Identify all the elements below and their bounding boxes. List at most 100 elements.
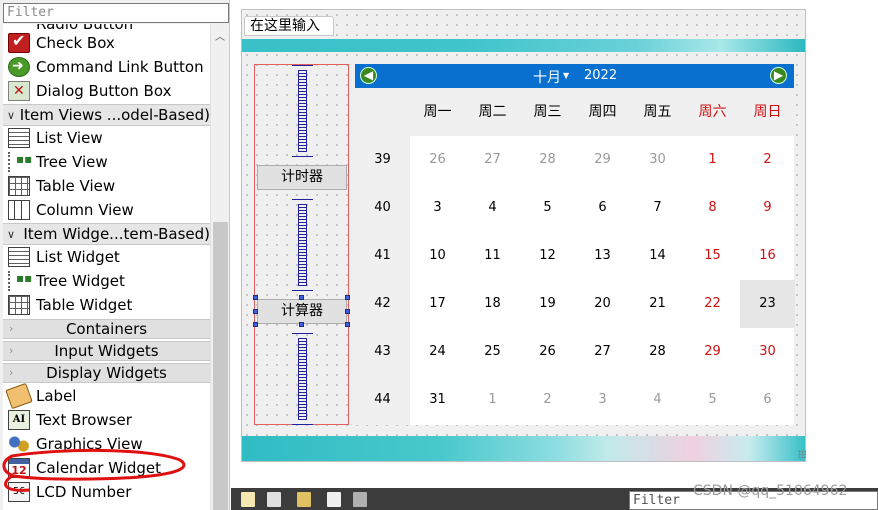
week-number: 44 [374,392,391,407]
widget-item-label[interactable]: Label [3,382,210,410]
vertical-spacer-bottom[interactable] [292,333,313,425]
calendar-day-cell[interactable]: 7 [630,184,685,232]
calendar-day-cell[interactable]: 2 [520,376,575,424]
calendar-day-cell[interactable]: 21 [630,280,685,328]
selection-handle[interactable] [253,295,258,300]
category-display-widgets[interactable]: › Display Widgets [3,363,210,383]
calendar-day-cell[interactable]: 31 [410,376,465,424]
widget-item-column-view[interactable]: Column View [3,198,210,222]
calendar-day-cell[interactable]: 18 [465,280,520,328]
widget-item-tree-view[interactable]: Tree View [3,150,210,174]
category-containers[interactable]: › Containers [3,319,210,339]
selection-handle[interactable] [345,295,350,300]
widget-item-list-view[interactable]: List View [3,126,210,150]
category-label: Display Widgets [46,364,167,382]
text-line-edit[interactable]: 在这里输入 [244,16,334,36]
next-month-icon[interactable]: ▶ [770,67,787,84]
calendar-day-cell[interactable]: 20 [575,280,630,328]
widget-item-label: Table Widget [36,296,133,314]
copy-icon[interactable] [267,492,281,507]
calendar-day-cell[interactable]: 17 [410,280,465,328]
calendar-day-cell[interactable]: 29 [575,136,630,184]
timer-button[interactable]: 计时器 [257,165,347,190]
calendar-day-cell[interactable]: 6 [740,376,795,424]
calendar-day-cell[interactable]: 4 [465,184,520,232]
calendar-day-cell[interactable]: 3 [575,376,630,424]
month-dropdown-icon[interactable]: ▼ [563,71,569,80]
calendar-day-cell[interactable]: 27 [575,328,630,376]
calendar-day-cell[interactable]: 11 [465,232,520,280]
widget-box-scrollbar[interactable]: ︿ [210,24,229,510]
calendar-day-cell[interactable]: 26 [520,328,575,376]
calendar-day-cell[interactable]: 2 [740,136,795,184]
calendar-day-cell[interactable]: 15 [685,232,740,280]
scrollbar-thumb[interactable] [213,222,228,510]
vertical-spacer-top[interactable] [292,65,313,157]
vertical-spacer-middle[interactable] [292,199,313,291]
scroll-up-icon[interactable]: ︿ [215,28,225,43]
selection-handle[interactable] [253,309,258,314]
year-selector[interactable]: 2022 [584,68,617,83]
paste-icon[interactable] [297,492,311,507]
calendar-day-cell[interactable]: 13 [575,232,630,280]
calendar-day-cell[interactable]: 16 [740,232,795,280]
calendar-day-cell[interactable]: 9 [740,184,795,232]
calendar-day-cell[interactable]: 30 [740,328,795,376]
category-item-views[interactable]: ∨ Item Views ...odel-Based) [3,104,210,126]
new-file-icon[interactable] [241,492,255,507]
calendar-day-cell[interactable]: 3 [410,184,465,232]
calendar-day-cell[interactable]: 6 [575,184,630,232]
widget-item-tree-widget[interactable]: Tree Widget [3,269,210,293]
widget-item-lcd-number[interactable]: LCD Number [3,480,210,504]
widget-item-text-browser[interactable]: Text Browser [3,408,210,432]
calendar-day-cell[interactable]: 26 [410,136,465,184]
widget-box-panel: Filter Radio Button Check BoxCommand Lin… [0,0,230,510]
widget-item-table-widget[interactable]: Table Widget [3,293,210,317]
calendar-day-cell[interactable]: 25 [465,328,520,376]
calculator-button[interactable]: 计算器 [257,299,347,324]
weekday-header: 周五 [643,104,672,120]
widget-filter-input[interactable]: Filter [3,3,229,23]
selection-handle[interactable] [345,322,350,327]
widget-item-graphics-view[interactable]: Graphics View [3,432,210,456]
widget-item-table-view[interactable]: Table View [3,174,210,198]
widget-item-command-link-button[interactable]: Command Link Button [3,55,210,79]
calendar-day-cell[interactable]: 5 [520,184,575,232]
calendar-day-cell[interactable]: 1 [685,136,740,184]
calendar-widget[interactable]: ◀ 十月 ▼ 2022 ▶ 周一 周二 周三 周四 周五 周六 周日 39 26 27 28 29 30… [355,64,795,425]
calendar-day-cell[interactable]: 30 [630,136,685,184]
calendar-day-cell[interactable]: 4 [630,376,685,424]
wrench-icon[interactable] [353,492,367,507]
calendar-day-cell[interactable]: 24 [410,328,465,376]
category-input-widgets[interactable]: › Input Widgets [3,341,210,361]
resize-grip-icon[interactable] [798,450,806,458]
calendar-day-cell[interactable]: 10 [410,232,465,280]
calendar-day-cell[interactable]: 19 [520,280,575,328]
calendar-day-cell[interactable]: 22 [685,280,740,328]
calendar-day-cell[interactable]: 8 [685,184,740,232]
calendar-day-cell[interactable]: 14 [630,232,685,280]
list-widget-icon [8,247,30,267]
previous-month-icon[interactable]: ◀ [360,67,377,84]
calendar-day-cell[interactable]: 28 [520,136,575,184]
calendar-day-cell[interactable]: 28 [630,328,685,376]
widget-item-list-widget[interactable]: List Widget [3,245,210,269]
vertical-layout-box[interactable]: 计时器 计算器 [253,64,350,425]
widget-item-calendar-widget[interactable]: Calendar Widget [3,456,210,480]
widget-item-dialog-button-box[interactable]: Dialog Button Box [3,79,210,103]
calendar-day-cell[interactable]: 12 [520,232,575,280]
selection-handle[interactable] [299,322,304,327]
calendar-day-cell[interactable]: 27 [465,136,520,184]
selection-handle[interactable] [299,295,304,300]
category-item-widgets[interactable]: ∨ Item Widge...tem-Based) [3,223,210,245]
calendar-day-cell[interactable]: 29 [685,328,740,376]
calendar-day-cell[interactable]: 23 [740,280,795,328]
category-label: Input Widgets [54,342,159,360]
month-selector[interactable]: 十月 [533,67,561,87]
calendar-day-cell[interactable]: 5 [685,376,740,424]
selection-handle[interactable] [253,322,258,327]
delete-icon[interactable] [327,492,341,507]
selection-handle[interactable] [345,309,350,314]
calendar-day-cell[interactable]: 1 [465,376,520,424]
widget-item-check-box[interactable]: Check Box [3,31,210,55]
